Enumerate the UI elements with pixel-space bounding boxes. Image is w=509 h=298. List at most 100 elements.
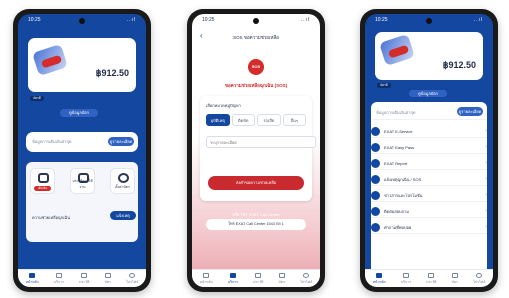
notice-detail-button[interactable]: ดูรายละเอียด	[108, 137, 134, 146]
card-balance: ฿912.50	[95, 68, 129, 78]
list-item[interactable]: แจ้งเหตุฉุกเฉิน / SOS ›	[371, 173, 487, 186]
camera-notch	[426, 18, 432, 24]
service-history[interactable]: ประวัติการใช้งาน	[70, 168, 95, 194]
home-icon	[29, 272, 36, 278]
history-nav-icon	[255, 272, 262, 278]
emergency-button[interactable]: แจ้งเหตุ	[110, 211, 136, 220]
send-request-button[interactable]: ส่งคำขอความช่วยเหลือ	[208, 176, 304, 190]
card-status-badge: บัตรดี	[377, 83, 391, 88]
nav-card[interactable]: บัตร	[451, 272, 458, 285]
service-topup-label: เติมเงิน	[34, 186, 51, 191]
nav-home[interactable]: หน้าหลัก	[372, 272, 386, 285]
nav-history[interactable]: ประวัติ	[426, 272, 436, 285]
chevron-right-icon: ›	[485, 144, 487, 150]
status-time: 10:25	[202, 17, 215, 23]
services-icon	[229, 272, 236, 278]
services-screen: 10:25 ..ıl ฿912.50 บัตรดี ดูข้อมูลบัตร ข…	[365, 14, 493, 287]
list-item[interactable]: ติดต่อสอบถาม ›	[371, 205, 487, 218]
profile-icon	[476, 272, 483, 278]
nav-card[interactable]: บัตร	[278, 272, 285, 285]
list-item[interactable]: คำถามที่พบบ่อย ›	[371, 221, 487, 234]
nav-services-label: บริการ	[53, 279, 65, 284]
easy-pass-card[interactable]: ฿912.50	[28, 38, 136, 92]
tab-accident[interactable]: อุบัติเหตุ	[206, 114, 230, 126]
nav-profile[interactable]: โปรไฟล์	[473, 272, 486, 285]
nav-home-label: หน้าหลัก	[372, 279, 386, 284]
home-icon	[203, 272, 210, 278]
nav-services-label: บริการ	[400, 279, 412, 284]
list-item-label: ข่าวสารและโปรโมชั่น	[384, 192, 423, 198]
notice-text: ข้อมูลการเติมเงินล่าสุด	[376, 110, 416, 115]
eservice-icon	[371, 126, 380, 136]
card-icon	[104, 272, 111, 278]
camera-notch	[79, 18, 85, 24]
contact-icon	[371, 206, 380, 216]
card-icon	[278, 272, 285, 278]
services-icon	[55, 272, 62, 278]
history-nav-icon	[81, 272, 88, 278]
nav-home-label: หน้าหลัก	[25, 279, 39, 284]
easy-pass-card[interactable]: ฿912.50	[375, 32, 483, 80]
service-history-label: ประวัติการใช้งาน	[72, 179, 93, 189]
list-item[interactable]: EXAT E-Service ›	[371, 125, 487, 138]
services-icon	[402, 272, 409, 278]
nav-profile[interactable]: โปรไฟล์	[126, 272, 138, 285]
nav-home[interactable]: หน้าหลัก	[25, 272, 39, 285]
service-settings-label: ตั้งค่าบัตร	[115, 185, 130, 189]
nav-profile[interactable]: โปรไฟล์	[300, 272, 313, 285]
chevron-right-icon: ›	[485, 176, 487, 182]
card-image	[379, 33, 415, 67]
list-item-label: แจ้งเหตุฉุกเฉิน / SOS	[384, 176, 422, 182]
list-item-label: EXAT E-Service	[384, 128, 413, 134]
card-balance: ฿912.50	[442, 60, 476, 70]
home-screen: 10:25 ..ıl ฿912.50 บัตรดี ดูข้อมูลบัตร ข…	[18, 14, 146, 287]
bottom-nav: หน้าหลัก บริการ ประวัติ บัตร โปรไฟล์	[18, 269, 146, 287]
list-item[interactable]: ข่าวสารและโปรโมชั่น ›	[371, 189, 487, 202]
nav-home-label: หน้าหลัก	[199, 279, 213, 284]
news-icon	[371, 190, 380, 200]
list-item-label: ติดต่อสอบถาม	[384, 208, 409, 214]
nav-history[interactable]: ประวัติ	[79, 272, 89, 285]
wallet-icon	[38, 173, 49, 183]
notice-text: ข้อมูลการเติมเงินล่าสุด	[32, 139, 72, 144]
history-nav-icon	[428, 272, 435, 278]
service-topup[interactable]: เติมเงิน	[30, 168, 55, 194]
chevron-right-icon: ›	[485, 128, 487, 134]
list-item-label: คำถามที่พบบ่อย	[384, 224, 412, 230]
category-tabs: อุบัติเหตุ ติดขัด รถเสีย อื่นๆ	[206, 114, 306, 126]
service-settings[interactable]: ตั้งค่าบัตร	[110, 168, 135, 194]
nav-home[interactable]: หน้าหลัก	[199, 272, 213, 285]
card-info-button[interactable]: ดูข้อมูลบัตร	[409, 90, 447, 97]
nav-services[interactable]: บริการ	[227, 272, 239, 285]
card-info-button[interactable]: ดูข้อมูลบัตร	[60, 109, 98, 117]
nav-services-label: บริการ	[227, 279, 239, 284]
detail-input[interactable]	[206, 136, 316, 148]
card-icon	[451, 272, 458, 278]
notice-detail-button[interactable]: ดูรายละเอียด	[457, 107, 483, 116]
list-item[interactable]: EXAT Easy Pass ›	[371, 141, 487, 154]
nav-services[interactable]: บริการ	[53, 272, 65, 285]
bottom-nav: หน้าหลัก บริการ ประวัติ บัตร โปรไฟล์	[192, 269, 320, 287]
sos-screen: 10:25 ..ıl ‹ SOS ขอความช่วยเหลือ SOS ขอค…	[192, 14, 320, 287]
nav-profile-label: โปรไฟล์	[473, 279, 486, 284]
easypass-icon	[371, 142, 380, 152]
nav-profile-label: โปรไฟล์	[300, 279, 313, 284]
tab-stuck[interactable]: ติดขัด	[231, 114, 255, 126]
chevron-right-icon: ›	[485, 208, 487, 214]
phone-3: 10:25 ..ıl ฿912.50 บัตรดี ดูข้อมูลบัตร ข…	[360, 9, 498, 292]
emergency-label: ความช่วยเหลือฉุกเฉิน	[32, 215, 70, 220]
sos-heading: ขอความช่วยเหลือฉุกเฉิน (SOS)	[224, 83, 288, 88]
report-icon	[371, 158, 380, 168]
topup-notice[interactable]: ข้อมูลการเติมเงินล่าสุด ดูรายละเอียด	[373, 104, 485, 120]
topup-notice[interactable]: ข้อมูลการเติมเงินล่าสุด ดูรายละเอียด	[26, 132, 138, 152]
tab-other[interactable]: อื่นๆ	[282, 114, 306, 126]
signal-icon: ..ıl	[300, 17, 310, 23]
list-item[interactable]: EXAT Report ›	[371, 157, 487, 170]
tab-breakdown[interactable]: รถเสีย	[257, 114, 281, 126]
nav-card[interactable]: บัตร	[104, 272, 111, 285]
camera-notch	[253, 18, 259, 24]
nav-services[interactable]: บริการ	[400, 272, 412, 285]
settings-icon	[118, 173, 129, 183]
hotline-button[interactable]: โทร EXAT Call Center 1543 กด 1	[206, 219, 306, 230]
nav-history[interactable]: ประวัติ	[253, 272, 263, 285]
